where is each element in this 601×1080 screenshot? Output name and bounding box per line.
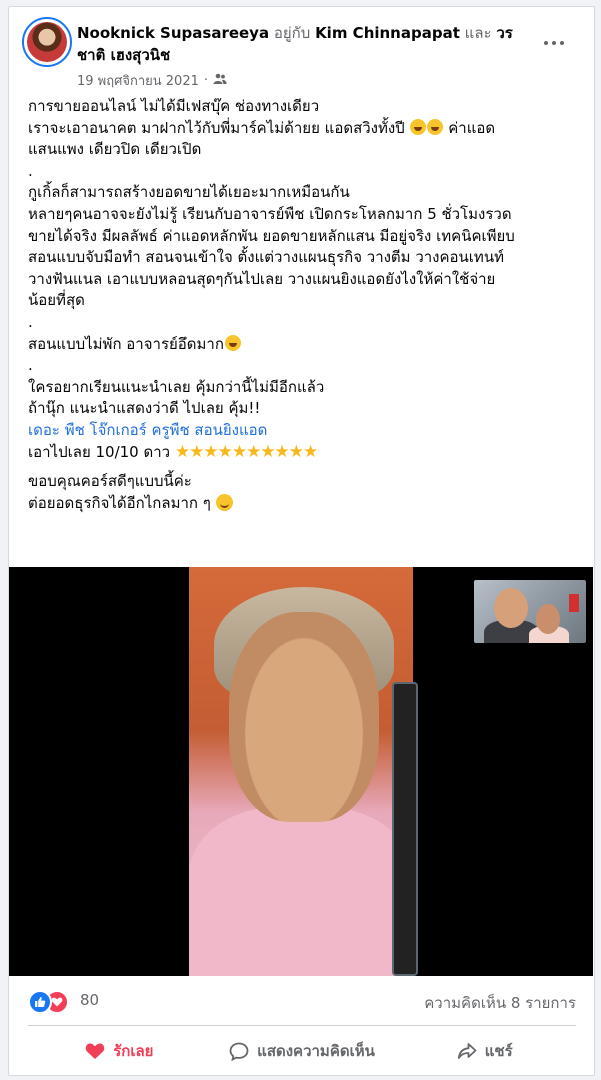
- post-line: .: [28, 356, 33, 375]
- friends-icon[interactable]: [213, 73, 227, 89]
- divider: [28, 1025, 576, 1026]
- post-line: ถ้านุ๊ก แนะนำแสดงว่าดี ไปเลย คุ้ม!!: [28, 399, 261, 418]
- love-label: รักเลย: [113, 1042, 154, 1060]
- post-line: หลายๆคนอาจจะยังไม่รู้ เรียนกับอาจารย์พืช…: [28, 204, 512, 223]
- post-line: .: [28, 312, 33, 331]
- post-line: เราจะเอาอนาคต มาฝากไว้กับพี่มาร์คไม่ด้าย…: [28, 118, 496, 137]
- post-date[interactable]: 19 พฤศจิกายน 2021: [77, 70, 199, 91]
- love-button[interactable]: รักเลย: [28, 1032, 211, 1070]
- laughing-emoji-icon: [410, 118, 427, 135]
- post-body: การขายออนไลน์ ไม่ได้มีเฟสบุ๊ค ช่องทางเดี…: [28, 96, 580, 514]
- self-view-video: [474, 580, 586, 643]
- post-line: เอาไปเลย 10/10 ดาว ★★★★★★★★★★: [28, 441, 318, 462]
- post-line: น้อยที่สุด: [28, 291, 85, 310]
- heart-icon: [86, 1043, 105, 1059]
- post-line: ต่อยอดธุรกิจได้อีกไกลมาก ๆ: [28, 493, 580, 515]
- reaction-count[interactable]: 80: [80, 991, 99, 1009]
- and-word: และ: [464, 24, 492, 42]
- comment-count[interactable]: ความคิดเห็น 8 รายการ: [424, 991, 576, 1015]
- comment-button[interactable]: แสดงความคิดเห็น: [211, 1032, 394, 1070]
- meta-separator: ·: [203, 73, 209, 88]
- tagged-user-2b[interactable]: ชาติ เฮงสุวนิช: [77, 46, 170, 64]
- post-line: สอนแบบไม่พัก อาจารย์อึดมาก: [28, 334, 580, 356]
- comment-label: แสดงความคิดเห็น: [257, 1042, 375, 1060]
- post-meta: 19 พฤศจิกายน 2021 ·: [77, 70, 227, 91]
- reaction-stats: 80 ความคิดเห็น 8 รายการ: [28, 988, 576, 1014]
- post-line: ขอบคุณคอร์สดีๆแบบนี้ค่ะ: [28, 472, 192, 491]
- tagged-user-2a[interactable]: วร: [496, 24, 512, 42]
- post-line: การขายออนไลน์ ไม่ได้มีเฟสบุ๊ค ช่องทางเดี…: [28, 97, 320, 115]
- with-word: อยู่กับ: [273, 24, 311, 42]
- tagged-user-1[interactable]: Kim Chinnapapat: [315, 24, 460, 42]
- post-line: สอนแบบจับมือทำ สอนจนเข้าใจ ตั้งแต่วางแผน…: [28, 248, 504, 267]
- author-avatar[interactable]: [22, 17, 72, 67]
- post-line: ขายได้จริง มีผลลัพธ์ ค่าแอดหลักพัน ยอดขา…: [28, 226, 515, 245]
- star-rating: ★★★★★★★★★★: [174, 441, 318, 462]
- action-bar: รักเลย แสดงความคิดเห็น แชร์: [28, 1032, 576, 1070]
- hashtag-link[interactable]: เดอะ พืช โจ๊กเกอร์ ครูพืช สอนยิงแอด: [28, 420, 580, 442]
- author-name[interactable]: Nooknick Supasareeya: [77, 24, 269, 42]
- laughing-emoji-icon: [427, 118, 444, 135]
- reaction-icons[interactable]: [28, 990, 73, 1014]
- post-line: วางฟันแนล เอาแบบหลอนสุดๆกันไปเลย วางแผนย…: [28, 269, 496, 288]
- post-line: ใครอยากเรียนแนะนำเลย คุ้มกว่านี้ไม่มีอีก…: [28, 377, 325, 396]
- share-label: แชร์: [484, 1042, 513, 1060]
- comment-icon: [229, 1042, 249, 1061]
- smile-emoji-icon: [215, 493, 233, 511]
- more-options-icon[interactable]: [544, 38, 568, 48]
- share-button[interactable]: แชร์: [393, 1032, 576, 1070]
- like-reaction-icon: [28, 990, 52, 1014]
- video-call-screenshot[interactable]: [9, 567, 593, 976]
- post-header: Nooknick Supasareeya อยู่กับ Kim Chinnap…: [77, 22, 539, 66]
- main-video: [189, 567, 413, 976]
- share-icon: [457, 1043, 477, 1059]
- post-line: กูเกิ้ลก็สามารถสร้างยอดขายได้เยอะมากเหมื…: [28, 183, 350, 202]
- laptop-screen: [392, 682, 418, 976]
- post-line: .: [28, 161, 33, 180]
- post-line: แสนแพง เดียวปิด เดียวเปิด: [28, 140, 202, 159]
- laughing-emoji-icon: [224, 334, 241, 351]
